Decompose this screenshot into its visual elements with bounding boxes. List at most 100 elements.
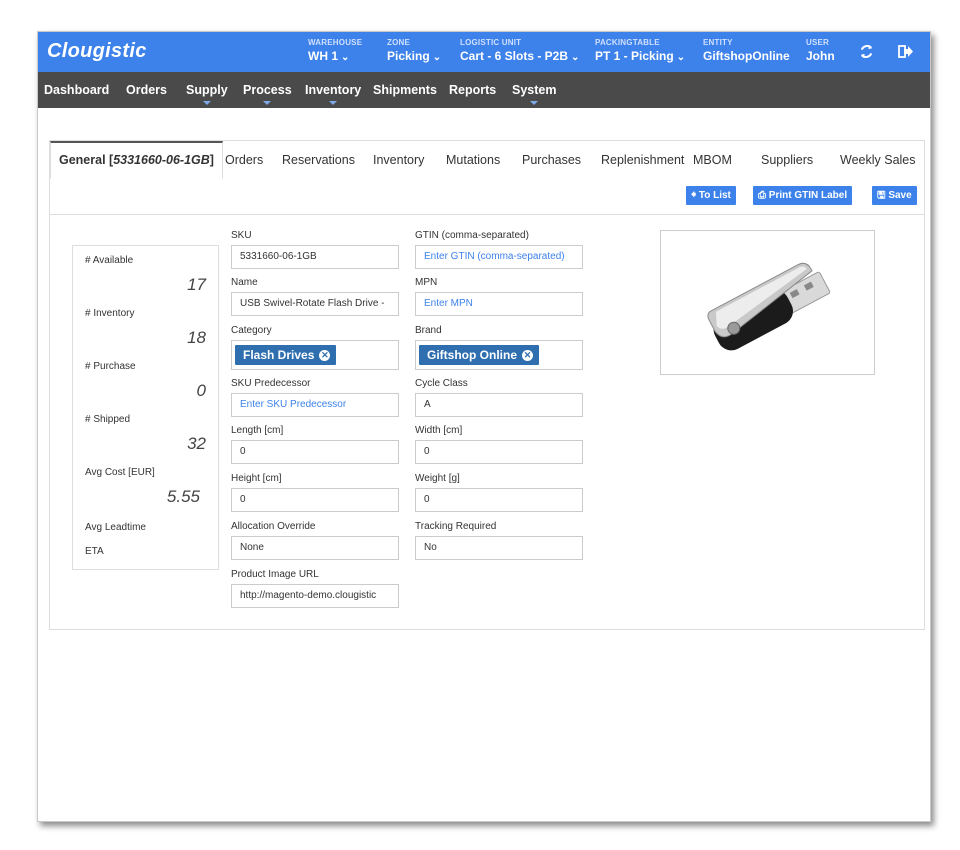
tab-purchases[interactable]: Purchases [522,153,581,167]
tab-general-suffix: ] [209,153,214,167]
nav-process[interactable]: Process [243,83,292,105]
mpn-label: MPN [415,277,438,288]
brand-select[interactable]: Giftshop Online ✕ [415,340,583,370]
usb-flash-drive-image [707,262,831,351]
logistic-unit-value: Cart - 6 Slots - P2B [460,49,569,63]
width-label: Width [cm] [415,425,463,436]
name-label: Name [231,277,258,288]
save-icon: 🖫 [877,190,886,201]
weight-input[interactable]: 0 [415,488,583,512]
tab-reservations[interactable]: Reservations [282,153,355,167]
category-tag[interactable]: Flash Drives ✕ [235,345,337,365]
print-gtin-label-button[interactable]: ⎙ Print GTIN Label [753,186,853,205]
nav-supply[interactable]: Supply [186,83,228,105]
height-label: Height [cm] [231,473,282,484]
category-select[interactable]: Flash Drives ✕ [231,340,399,370]
warehouse-selector[interactable]: WAREHOUSE WH 1 ⌄ [308,38,362,63]
caret-down-icon [329,101,338,105]
top-bar: Clougistic WAREHOUSE WH 1 ⌄ ZONE Picking ⌄… [38,32,930,72]
tab-general-prefix: General [ [59,153,114,167]
tab-suppliers[interactable]: Suppliers [761,153,813,167]
shipped-value: 32 [187,434,206,453]
sku-input[interactable]: 5331660-06-1GB [231,245,399,269]
nav-label: Process [243,83,292,97]
available-value: 17 [187,275,206,294]
allocation-override-label: Allocation Override [231,521,316,532]
tracking-required-label: Tracking Required [415,521,497,532]
nav-label: Orders [126,83,167,97]
product-panel: General [5331660-06-1GB] Orders Reservat… [49,140,925,630]
entity-label: ENTITY [703,38,733,47]
image-url-input[interactable]: http://magento-demo.clougistic [231,584,399,608]
brand-label: Brand [415,325,442,336]
tab-orders[interactable]: Orders [225,153,263,167]
nav-dashboard[interactable]: Dashboard [44,83,109,97]
allocation-override-select[interactable]: None [231,536,399,560]
name-input[interactable]: USB Swivel-Rotate Flash Drive - [231,292,399,316]
mpn-input[interactable]: Enter MPN [415,292,583,316]
tab-inventory[interactable]: Inventory [373,153,424,167]
tab-replenishment[interactable]: Replenishment [601,153,684,167]
refresh-icon[interactable] [859,44,874,63]
stats-box: # Available 17 # Inventory 18 # Purchase… [72,245,219,570]
purchase-value: 0 [196,381,206,400]
save-button[interactable]: 🖫 Save [872,186,917,205]
remove-tag-icon[interactable]: ✕ [522,350,533,361]
tab-general-sku: 5331660-06-1GB [113,153,210,167]
logistic-unit-selector[interactable]: LOGISTIC UNIT Cart - 6 Slots - P2B ⌄ [460,38,579,63]
zone-value: Picking [387,49,430,63]
print-icon: ⎙ [758,190,766,201]
available-label: # Available [85,255,134,266]
to-list-button[interactable]: 🠸 To List [686,186,736,205]
cycle-class-input[interactable]: A [415,393,583,417]
nav-label: Shipments [373,83,437,97]
packingtable-selector[interactable]: PACKINGTABLE PT 1 - Picking ⌄ [595,38,685,63]
nav-system[interactable]: System [512,83,557,105]
chevron-down-icon: ⌄ [432,52,442,63]
eta-label: ETA [85,546,104,557]
tracking-required-select[interactable]: No [415,536,583,560]
brand-tag[interactable]: Giftshop Online ✕ [419,345,539,365]
to-list-label: To List [698,190,731,201]
main-nav: Dashboard Orders Supply Process Inventor… [38,72,930,108]
width-input[interactable]: 0 [415,440,583,464]
user-value: John [806,49,835,63]
entity-value: GiftshopOnline [703,49,790,63]
height-input[interactable]: 0 [231,488,399,512]
tab-general[interactable]: General [5331660-06-1GB] [50,141,223,179]
weight-label: Weight [g] [415,473,460,484]
nav-inventory[interactable]: Inventory [305,83,361,105]
user-selector[interactable]: USER John [806,38,835,63]
packingtable-value: PT 1 - Picking [595,49,674,63]
sku-predecessor-input[interactable]: Enter SKU Predecessor [231,393,399,417]
tab-mbom[interactable]: MBOM [693,153,732,167]
purchase-label: # Purchase [85,361,136,372]
avg-leadtime-label: Avg Leadtime [85,522,146,533]
app-window: Clougistic WAREHOUSE WH 1 ⌄ ZONE Picking ⌄… [37,31,931,822]
app-logo[interactable]: Clougistic [47,40,147,63]
tab-mutations[interactable]: Mutations [446,153,500,167]
nav-shipments[interactable]: Shipments [373,83,437,97]
length-input[interactable]: 0 [231,440,399,464]
logistic-unit-label: LOGISTIC UNIT [460,38,522,47]
shipped-label: # Shipped [85,414,131,425]
remove-tag-icon[interactable]: ✕ [319,350,331,361]
brand-tag-label: Giftshop Online [427,348,517,362]
gtin-input[interactable]: Enter GTIN (comma-separated) [415,245,583,269]
length-label: Length [cm] [231,425,284,436]
logout-icon[interactable] [898,44,914,63]
entity-selector[interactable]: ENTITY GiftshopOnline [703,38,790,63]
warehouse-label: WAREHOUSE [308,38,363,47]
avg-cost-label: Avg Cost [EUR] [85,467,155,478]
category-tag-label: Flash Drives [243,348,315,362]
packingtable-label: PACKINGTABLE [595,38,660,47]
nav-label: Dashboard [44,83,110,97]
caret-down-icon [263,101,272,105]
nav-label: System [512,83,557,97]
header-divider [50,214,924,215]
nav-reports[interactable]: Reports [449,83,496,97]
caret-down-icon [530,101,539,105]
tab-weekly-sales[interactable]: Weekly Sales [840,153,916,167]
zone-selector[interactable]: ZONE Picking ⌄ [387,38,441,63]
nav-orders[interactable]: Orders [126,83,167,97]
